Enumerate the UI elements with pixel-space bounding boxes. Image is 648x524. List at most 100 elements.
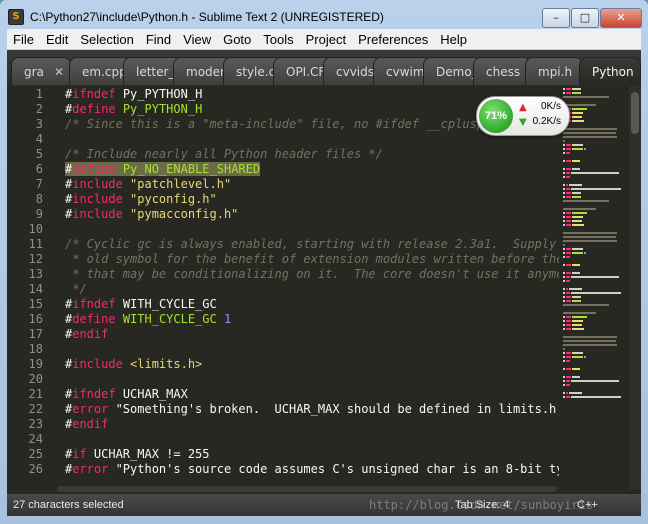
code-token: * old symbol for the benefit of extensio… [65, 252, 559, 266]
menu-preferences[interactable]: Preferences [352, 29, 434, 49]
minimap-mark [563, 244, 565, 246]
code-line[interactable]: #include "pyconfig.h" [65, 192, 217, 207]
minimap[interactable] [559, 86, 629, 490]
minimap-mark [572, 192, 581, 194]
tab-size-status[interactable]: Tab Size: 4 [455, 494, 509, 516]
minimap-mark [572, 216, 583, 218]
network-speed-widget[interactable]: 71% ▲ ▼ 0K/s 0.2K/s [476, 96, 570, 136]
line-number: 19 [28, 357, 43, 371]
code-line[interactable]: /* Cyclic gc is always enabled, starting… [65, 237, 559, 252]
code-line[interactable]: #ifndef Py_PYTHON_H [65, 87, 202, 102]
minimap-mark [572, 248, 583, 250]
menu-selection[interactable]: Selection [74, 29, 139, 49]
minimap-mark [563, 396, 565, 398]
code-line[interactable]: #define Py_NO_ENABLE_SHARED [65, 162, 261, 177]
menu-bar: File Edit Selection Find View Goto Tools… [7, 29, 641, 49]
tab-python-h[interactable]: Python [579, 57, 641, 85]
code-line[interactable]: #define WITH_CYCLE_GC 1 [65, 312, 231, 327]
syntax-status[interactable]: C++ [577, 494, 598, 516]
title-bar[interactable]: S C:\Python27\include\Python.h - Sublime… [0, 0, 648, 30]
window-title: C:\Python27\include\Python.h - Sublime T… [30, 10, 384, 24]
code-line[interactable]: * old symbol for the benefit of extensio… [65, 252, 559, 267]
tab-close-icon[interactable]: ✕ [54, 58, 64, 85]
minimize-button[interactable]: – [542, 8, 570, 28]
code-token: */ [65, 282, 87, 296]
code-line[interactable]: #include "patchlevel.h" [65, 177, 231, 192]
code-line[interactable]: #error "Python's source code assumes C's… [65, 462, 559, 477]
minimap-mark [572, 108, 587, 110]
menu-help[interactable]: Help [434, 29, 473, 49]
vertical-scrollbar[interactable] [629, 86, 641, 490]
minimap-mark [566, 192, 571, 194]
tab-label: chess [486, 65, 521, 79]
minimap-mark [572, 316, 587, 318]
minimap-mark [566, 248, 571, 250]
code-token: /* Since this is a "meta-include" file, … [65, 117, 506, 131]
menu-file[interactable]: File [7, 29, 40, 49]
menu-edit[interactable]: Edit [40, 29, 74, 49]
minimap-mark [566, 176, 570, 178]
minimap-mark [566, 280, 570, 282]
code-line[interactable]: #include <limits.h> [65, 357, 202, 372]
minimap-mark [563, 208, 596, 210]
minimap-mark [566, 296, 571, 298]
minimap-mark [563, 392, 565, 394]
code-line[interactable]: /* Include nearly all Python header file… [65, 147, 383, 162]
minimap-mark [566, 196, 571, 198]
minimap-mark [572, 356, 583, 358]
line-number: 17 [28, 327, 43, 341]
minimap-mark [566, 324, 571, 326]
minimap-mark [566, 288, 568, 290]
minimap-mark [563, 144, 565, 146]
menu-view[interactable]: View [177, 29, 217, 49]
code-line[interactable]: #ifndef WITH_CYCLE_GC [65, 297, 217, 312]
code-line[interactable]: #include "pymacconfig.h" [65, 207, 238, 222]
tab-em-cpp[interactable]: em.cpp [69, 57, 131, 85]
tab-gra[interactable]: gra ✕ [11, 57, 71, 85]
minimap-mark [572, 212, 587, 214]
minimap-mark [563, 92, 565, 94]
code-line[interactable]: #ifndef UCHAR_MAX [65, 387, 188, 402]
scrollbar-thumb[interactable] [631, 92, 639, 134]
minimap-mark [572, 320, 583, 322]
minimap-mark [566, 88, 571, 90]
code-line[interactable]: */ [65, 282, 87, 297]
minimap-mark [563, 220, 565, 222]
menu-goto[interactable]: Goto [217, 29, 257, 49]
tab-mpi-h[interactable]: mpi.h [525, 57, 583, 85]
menu-project[interactable]: Project [300, 29, 352, 49]
minimap-mark [572, 92, 581, 94]
download-speed: 0.2K/s [532, 116, 561, 127]
upload-speed: 0K/s [540, 101, 561, 112]
minimap-mark [563, 188, 565, 190]
code-line[interactable]: * that may be conditionalizing on it. Th… [65, 267, 559, 282]
minimap-mark [572, 352, 583, 354]
maximize-button[interactable]: □ [571, 8, 599, 28]
code-editor[interactable]: #ifndef Py_PYTHON_H #define Py_PYTHON_H/*… [57, 86, 559, 490]
code-token: ifndef [72, 387, 116, 401]
menu-find[interactable]: Find [140, 29, 177, 49]
minimap-mark [563, 296, 565, 298]
minimap-mark [566, 276, 570, 278]
line-number: 4 [35, 132, 43, 146]
minimap-mark [563, 356, 565, 358]
menu-tools[interactable]: Tools [257, 29, 299, 49]
code-line[interactable]: #endif [65, 417, 108, 432]
minimap-mark [572, 196, 581, 198]
download-arrow-icon: ▼ [519, 117, 527, 128]
line-number: 26 [28, 462, 43, 476]
code-line[interactable]: #define Py_PYTHON_H [65, 102, 202, 117]
window-controls: – □ ✕ [541, 8, 642, 28]
minimap-mark [572, 300, 581, 302]
line-number: 2 [35, 102, 43, 116]
minimap-mark [569, 184, 582, 186]
close-button[interactable]: ✕ [600, 8, 642, 28]
sublime-app-icon: S [8, 9, 24, 25]
code-line[interactable]: #error "Something's broken. UCHAR_MAX sh… [65, 402, 559, 417]
tab-bar: gra ✕ em.cpp letter_ moder style.c OPI.C… [7, 50, 641, 86]
code-line[interactable]: /* Since this is a "meta-include" file, … [65, 117, 506, 132]
code-line[interactable]: #endif [65, 327, 108, 342]
tab-chess[interactable]: chess [473, 57, 531, 85]
code-line[interactable]: #if UCHAR_MAX != 255 [65, 447, 210, 462]
horizontal-scrollbar[interactable] [57, 486, 557, 492]
